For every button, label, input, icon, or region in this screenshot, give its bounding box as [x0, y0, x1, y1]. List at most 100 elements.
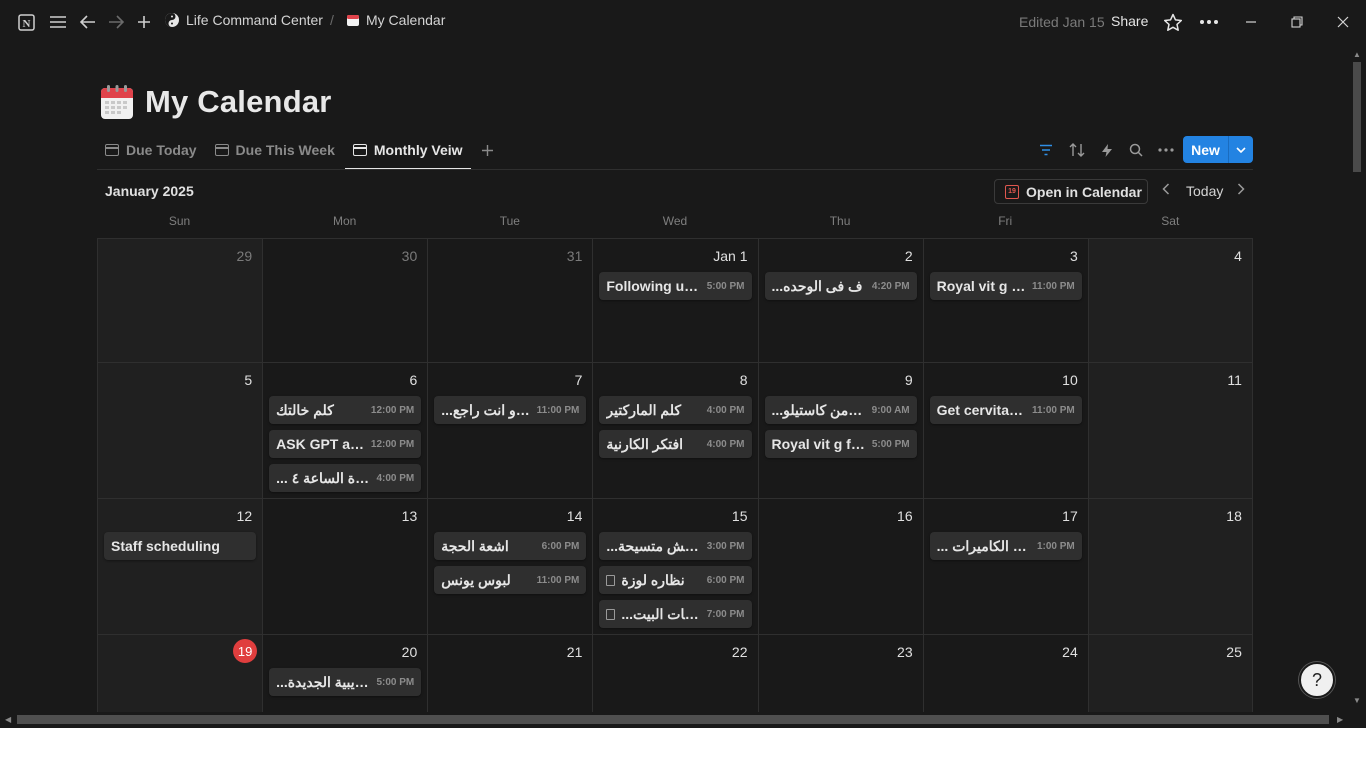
day-cell[interactable]: 19	[97, 635, 263, 714]
scroll-up-arrow-icon[interactable]: ▲	[1353, 50, 1361, 59]
horizontal-scroll-thumb[interactable]	[17, 715, 1329, 724]
view-more-icon[interactable]	[1154, 139, 1178, 161]
day-number: 16	[897, 508, 913, 524]
event-card[interactable]: ... على الكاميرات 1:00 PM	[929, 532, 1082, 560]
day-cell[interactable]: 3 Royal vit g fo... 11:00 PM	[922, 239, 1088, 362]
today-button[interactable]: Today	[1186, 183, 1223, 199]
day-number: 6	[409, 372, 418, 388]
vertical-scroll-thumb[interactable]	[1353, 62, 1361, 172]
event-card[interactable]: نظاره لوزة 6:00 PM	[599, 566, 752, 594]
svg-text:N: N	[22, 18, 30, 30]
minimize-window-icon[interactable]	[1239, 10, 1263, 34]
day-cell[interactable]: 4	[1087, 239, 1253, 362]
day-number: 31	[566, 248, 583, 264]
event-card[interactable]: Following up ... 5:00 PM	[599, 272, 752, 300]
day-cell[interactable]: 24	[922, 635, 1088, 714]
chevron-down-icon[interactable]	[1229, 136, 1253, 163]
event-time: 5:00 PM	[376, 676, 415, 688]
vertical-scrollbar[interactable]: ▲ ▼	[1350, 50, 1364, 710]
restore-window-icon[interactable]	[1285, 10, 1309, 34]
event-time: 11:00 PM	[1031, 404, 1075, 416]
event-card[interactable]: ...ف فى الوحده 4:20 PM	[764, 272, 917, 300]
day-cell[interactable]: 30	[262, 239, 427, 362]
breadcrumb-page[interactable]: My Calendar	[346, 12, 445, 28]
more-options-icon[interactable]	[1197, 10, 1221, 34]
day-cell[interactable]: 25	[1087, 635, 1253, 714]
day-cell[interactable]: 11	[1087, 363, 1253, 498]
event-card[interactable]: ...وزة من كاستيلو 9:00 AM	[764, 396, 917, 424]
event-time: 4:20 PM	[871, 280, 910, 292]
breadcrumb-workspace[interactable]: Life Command Center	[164, 12, 323, 28]
day-cell[interactable]: 6 كلم خالتك 12:00 PM ASK GPT abo... 12:00 PM…	[262, 363, 427, 498]
back-arrow-icon[interactable]	[76, 10, 100, 34]
week-row: 5 6 كلم خالتك 12:00 PM ASK GPT abo... 12:00 P…	[97, 362, 1253, 498]
day-cell[interactable]: 20 ...ضريبية الجديدة 5:00 PM	[262, 635, 427, 714]
event-card[interactable]: لبوس يونس 11:00 PM	[434, 566, 587, 594]
event-card[interactable]: Get cervitam ... 11:00 PM	[929, 396, 1082, 424]
event-card[interactable]: ...يات و انت راجع 11:00 PM	[434, 396, 587, 424]
day-cell[interactable]: 13	[262, 499, 427, 634]
day-cell[interactable]: 18	[1087, 499, 1253, 634]
new-page-plus-icon[interactable]	[132, 10, 156, 34]
day-cell[interactable]: 7 ...يات و انت راجع 11:00 PM	[427, 363, 592, 498]
share-button[interactable]: Share	[1111, 13, 1148, 29]
event-card[interactable]: ... لوزة الساعة ٤ 4:00 PM	[269, 464, 422, 492]
previous-month-icon[interactable]	[1162, 182, 1170, 200]
day-cell[interactable]: 9 ...وزة من كاستيلو 9:00 AM Royal vit g fo.…	[757, 363, 923, 498]
event-card[interactable]: Royal vit g fo... 11:00 PM	[929, 272, 1082, 300]
tab-monthly-view[interactable]: Monthly Veiw	[344, 136, 471, 170]
scroll-right-arrow-icon[interactable]: ▶	[1337, 715, 1343, 724]
tab-due-this-week[interactable]: Due This Week	[207, 136, 343, 164]
event-card[interactable]: ...ضريبية الجديدة 5:00 PM	[269, 668, 422, 696]
scroll-down-arrow-icon[interactable]: ▼	[1353, 696, 1361, 705]
day-cell[interactable]: 8 كلم الماركتير 4:00 PM افتكر الكارنية 4:00 …	[592, 363, 757, 498]
event-card[interactable]: افتكر الكارنية 4:00 PM	[599, 430, 752, 458]
day-cell[interactable]: 23	[757, 635, 923, 714]
sort-icon[interactable]	[1065, 139, 1089, 161]
event-card[interactable]: Royal vit g fo... 5:00 PM	[764, 430, 917, 458]
day-number: 3	[1069, 248, 1078, 264]
event-card[interactable]: ...حاجات البيت 7:00 PM	[599, 600, 752, 628]
event-card[interactable]: اشعة الحجة 6:00 PM	[434, 532, 587, 560]
day-cell[interactable]: 5	[97, 363, 263, 498]
event-card[interactable]: ...ه مش متسيحة 3:00 PM	[599, 532, 752, 560]
forward-arrow-icon[interactable]	[104, 10, 128, 34]
day-cell[interactable]: 12 Staff scheduling	[97, 499, 263, 634]
next-month-icon[interactable]	[1237, 182, 1245, 200]
event-card[interactable]: ASK GPT abo... 12:00 PM	[269, 430, 422, 458]
horizontal-scrollbar[interactable]: ◀ ▶	[0, 712, 1366, 728]
page-calendar-icon[interactable]	[100, 84, 134, 120]
day-cell[interactable]: 2 ...ف فى الوحده 4:20 PM	[757, 239, 923, 362]
day-cell[interactable]: 29	[97, 239, 263, 362]
add-view-plus-icon[interactable]	[473, 136, 502, 164]
notion-logo-icon[interactable]: N	[14, 10, 38, 34]
sidebar-menu-icon[interactable]	[46, 10, 70, 34]
search-icon[interactable]	[1124, 139, 1148, 161]
day-cell[interactable]: 14 اشعة الحجة 6:00 PM لبوس يونس 11:00 PM	[427, 499, 592, 634]
close-window-icon[interactable]	[1331, 10, 1355, 34]
day-cell[interactable]: 31	[427, 239, 592, 362]
day-cell[interactable]: 15 ...ه مش متسيحة 3:00 PM نظاره لوزة 6:00 PM…	[592, 499, 757, 634]
event-time: 11:00 PM	[1031, 280, 1075, 292]
new-button[interactable]: New	[1183, 136, 1229, 163]
scroll-left-arrow-icon[interactable]: ◀	[5, 715, 11, 724]
event-card[interactable]: كلم الماركتير 4:00 PM	[599, 396, 752, 424]
event-title: كلم خالتك	[276, 401, 334, 418]
day-cell[interactable]: 16	[757, 499, 923, 634]
day-cell[interactable]: 17 ... على الكاميرات 1:00 PM	[922, 499, 1088, 634]
help-question-button[interactable]: ?	[1299, 662, 1335, 698]
day-cell[interactable]: Jan 1 Following up ... 5:00 PM	[592, 239, 757, 362]
day-cell[interactable]: 10 Get cervitam ... 11:00 PM	[922, 363, 1088, 498]
event-card[interactable]: كلم خالتك 12:00 PM	[269, 396, 422, 424]
favorite-star-icon[interactable]	[1161, 10, 1185, 34]
automation-lightning-icon[interactable]	[1095, 139, 1119, 161]
tab-due-today[interactable]: Due Today	[97, 136, 205, 164]
day-number: 17	[1062, 508, 1078, 524]
filter-icon[interactable]	[1034, 139, 1058, 161]
event-card[interactable]: Staff scheduling	[104, 532, 257, 560]
open-in-calendar-button[interactable]: 19 Open in Calendar	[994, 179, 1148, 204]
page-title[interactable]: My Calendar	[145, 84, 332, 120]
day-cell[interactable]: 22	[592, 635, 757, 714]
event-title: Get cervitam ...	[936, 402, 1026, 418]
day-cell[interactable]: 21	[427, 635, 592, 714]
